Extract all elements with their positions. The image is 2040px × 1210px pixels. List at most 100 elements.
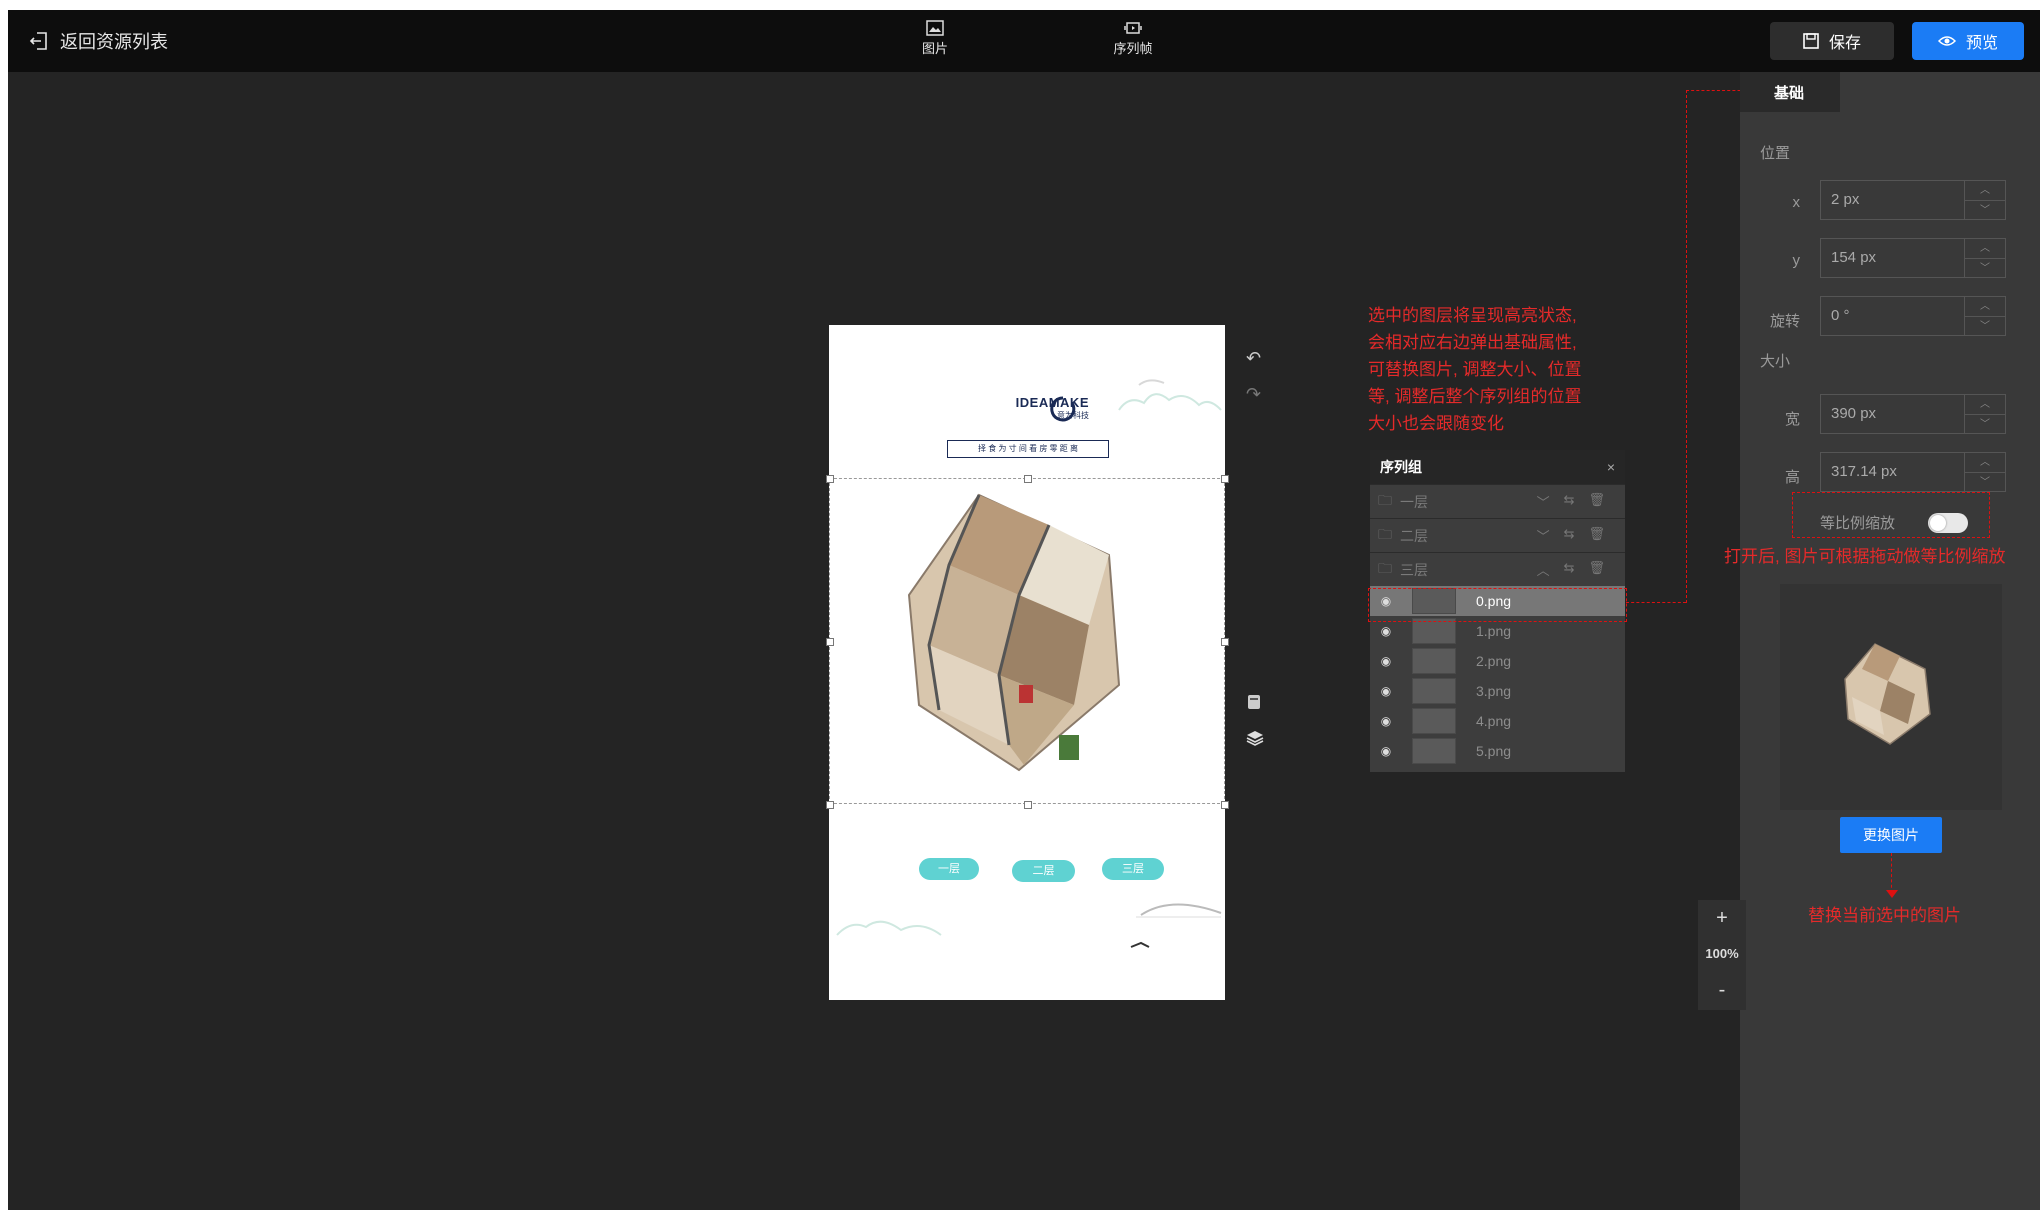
tool-image[interactable]: 图片 bbox=[900, 20, 970, 57]
chevron-down-icon[interactable]: ﹀ bbox=[1537, 526, 1550, 545]
resize-handle-tr[interactable] bbox=[1221, 475, 1229, 483]
resize-handle-bl[interactable] bbox=[826, 801, 834, 809]
cloud-decoration bbox=[1118, 379, 1222, 411]
visibility-eye-icon[interactable]: ◉ bbox=[1370, 654, 1402, 668]
logo-mark-icon bbox=[1050, 396, 1076, 422]
height-label: 高 bbox=[1784, 469, 1800, 486]
frame-thumbnail bbox=[1412, 678, 1456, 704]
preview-button[interactable]: 预览 bbox=[1912, 22, 2024, 60]
selection-box bbox=[829, 478, 1225, 804]
trash-icon[interactable]: 🗑 bbox=[1588, 560, 1605, 579]
save-icon bbox=[1803, 33, 1819, 49]
replace-image-label: 更换图片 bbox=[1863, 827, 1919, 843]
visibility-eye-icon[interactable]: ◉ bbox=[1370, 744, 1402, 758]
resize-handle-tl[interactable] bbox=[826, 475, 834, 483]
frame-name: 1.png bbox=[1476, 623, 1512, 639]
position-section-title: 位置 bbox=[1760, 145, 1791, 162]
tool-sequence-frame[interactable]: 序列帧 bbox=[1098, 20, 1168, 57]
resize-handle-bm[interactable] bbox=[1024, 801, 1032, 809]
group-row[interactable]: 🗀 三层 ︿ ⇆ 🗑 bbox=[1370, 552, 1625, 586]
frame-row[interactable]: ◉ 5.png bbox=[1370, 736, 1625, 766]
undo-button[interactable]: ↶ bbox=[1246, 348, 1261, 369]
page-settings-button[interactable] bbox=[1246, 694, 1262, 715]
layers-button[interactable] bbox=[1246, 730, 1264, 751]
frame-thumbnail bbox=[1412, 738, 1456, 764]
x-input[interactable]: 2 px ︿ ﹀ bbox=[1820, 180, 2006, 220]
tab-basic-label: 基础 bbox=[1774, 84, 1805, 102]
group-label: 一层 bbox=[1400, 493, 1428, 510]
spin-down-icon[interactable]: ﹀ bbox=[1965, 414, 2005, 434]
back-label: 返回资源列表 bbox=[60, 32, 168, 52]
group-label: 三层 bbox=[1400, 561, 1428, 578]
trash-icon[interactable]: 🗑 bbox=[1588, 492, 1605, 511]
annotation-line: 等, 调整后整个序列组的位置 bbox=[1368, 387, 1582, 406]
callout-line bbox=[1891, 853, 1892, 893]
spin-down-icon[interactable]: ﹀ bbox=[1965, 200, 2005, 220]
replace-annotation-text: 替换当前选中的图片 bbox=[1808, 906, 1961, 925]
save-button[interactable]: 保存 bbox=[1770, 22, 1894, 60]
toggle-highlight bbox=[1792, 492, 1990, 538]
group-row[interactable]: 🗀 二层 ﹀ ⇆ 🗑 bbox=[1370, 518, 1625, 552]
spin-up-icon[interactable]: ︿ bbox=[1965, 395, 2005, 414]
spin-down-icon[interactable]: ﹀ bbox=[1965, 316, 2005, 336]
panel-title: 序列组 bbox=[1380, 459, 1422, 475]
spin-up-icon[interactable]: ︿ bbox=[1965, 453, 2005, 472]
rotate-input[interactable]: 0 ° ︿ ﹀ bbox=[1820, 296, 2006, 336]
chevron-down-icon[interactable]: ﹀ bbox=[1537, 492, 1550, 511]
document-icon bbox=[1248, 695, 1260, 709]
frame-row[interactable]: ◉ 4.png bbox=[1370, 706, 1625, 736]
visibility-eye-icon[interactable]: ◉ bbox=[1370, 714, 1402, 728]
resize-handle-br[interactable] bbox=[1221, 801, 1229, 809]
selected-frame-highlight bbox=[1368, 588, 1627, 622]
callout-arrow-icon bbox=[1886, 890, 1898, 898]
resize-handle-tm[interactable] bbox=[1024, 475, 1032, 483]
frame-name: 3.png bbox=[1476, 683, 1512, 699]
slogan-box: 择 食 为 寸 间 看 房 零 距 离 bbox=[947, 440, 1109, 458]
visibility-eye-icon[interactable]: ◉ bbox=[1370, 684, 1402, 698]
resize-handle-mr[interactable] bbox=[1221, 638, 1229, 646]
zoom-in-button[interactable]: + bbox=[1698, 900, 1746, 936]
height-input[interactable]: 317.14 px ︿ ﹀ bbox=[1820, 452, 2006, 492]
tab-basic[interactable]: 基础 bbox=[1740, 72, 1840, 112]
image-icon bbox=[926, 20, 944, 36]
width-input[interactable]: 390 px ︿ ﹀ bbox=[1820, 394, 2006, 434]
spin-up-icon[interactable]: ︿ bbox=[1965, 181, 2005, 200]
spin-up-icon[interactable]: ︿ bbox=[1965, 239, 2005, 258]
width-label: 宽 bbox=[1784, 411, 1800, 428]
swap-icon[interactable]: ⇆ bbox=[1564, 526, 1575, 545]
visibility-eye-icon[interactable]: ◉ bbox=[1370, 624, 1402, 638]
panel-close-button[interactable]: × bbox=[1607, 459, 1615, 475]
redo-button[interactable]: ↷ bbox=[1246, 384, 1261, 405]
spin-down-icon[interactable]: ﹀ bbox=[1965, 472, 2005, 492]
group-label: 二层 bbox=[1400, 527, 1428, 544]
panel-header: 序列组 × bbox=[1370, 450, 1625, 484]
slogan-text: 择 食 为 寸 间 看 房 零 距 离 bbox=[977, 444, 1078, 453]
chevron-up-icon[interactable]: ︿ bbox=[1537, 560, 1550, 579]
group-row[interactable]: 🗀 一层 ﹀ ⇆ 🗑 bbox=[1370, 484, 1625, 518]
replace-image-button[interactable]: 更换图片 bbox=[1840, 817, 1942, 853]
y-value: 154 px bbox=[1831, 249, 1877, 266]
folder-icon: 🗀 bbox=[1378, 491, 1392, 508]
swap-icon[interactable]: ⇆ bbox=[1564, 492, 1575, 511]
frame-name: 5.png bbox=[1476, 743, 1512, 759]
floor-button-1-label: 一层 bbox=[938, 863, 960, 875]
preview-eye-icon bbox=[1937, 36, 1956, 46]
trash-icon[interactable]: 🗑 bbox=[1588, 526, 1605, 545]
swap-icon[interactable]: ⇆ bbox=[1564, 560, 1575, 579]
annotation-line: 会相对应右边弹出基础属性, bbox=[1368, 333, 1577, 352]
zoom-level: 100% bbox=[1705, 946, 1739, 961]
back-to-resource-list[interactable]: 返回资源列表 bbox=[28, 28, 168, 54]
selected-layer-annotation: 选中的图层将呈现高亮状态, 会相对应右边弹出基础属性, 可替换图片, 调整大小、… bbox=[1368, 302, 1581, 437]
frame-row[interactable]: ◉ 3.png bbox=[1370, 676, 1625, 706]
preview-label: 预览 bbox=[1965, 35, 1998, 52]
top-bar: 返回资源列表 图片 序列帧 保存 预览 bbox=[8, 10, 2040, 72]
zoom-out-button[interactable]: - bbox=[1698, 972, 1746, 1008]
preview-floor-plan-image bbox=[1844, 643, 1931, 745]
spin-up-icon[interactable]: ︿ bbox=[1965, 297, 2005, 316]
resize-handle-ml[interactable] bbox=[826, 638, 834, 646]
y-input[interactable]: 154 px ︿ ﹀ bbox=[1820, 238, 2006, 278]
height-value: 317.14 px bbox=[1831, 463, 1897, 480]
spin-down-icon[interactable]: ﹀ bbox=[1965, 258, 2005, 278]
tool-image-label: 图片 bbox=[921, 41, 948, 56]
frame-row[interactable]: ◉ 2.png bbox=[1370, 646, 1625, 676]
